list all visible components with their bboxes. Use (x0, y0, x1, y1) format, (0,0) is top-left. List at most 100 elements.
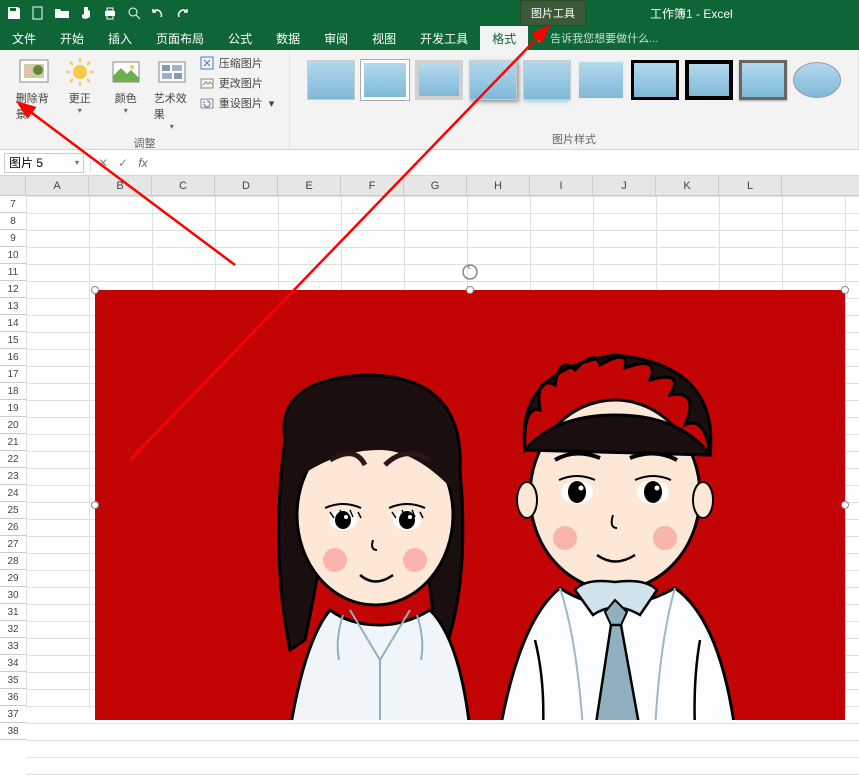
column-header[interactable]: I (530, 176, 593, 195)
reset-icon (199, 95, 215, 111)
style-thumb-reflect[interactable] (523, 60, 571, 100)
row-header[interactable]: 22 (0, 451, 26, 468)
column-header[interactable]: G (404, 176, 467, 195)
row-header[interactable]: 25 (0, 502, 26, 519)
row-header[interactable]: 11 (0, 264, 26, 281)
tab-format[interactable]: 格式 (480, 26, 528, 51)
picture-styles-gallery[interactable] (299, 54, 849, 104)
new-icon[interactable] (30, 5, 46, 21)
column-header[interactable]: D (215, 176, 278, 195)
tab-data[interactable]: 数据 (264, 26, 312, 51)
select-all-corner[interactable] (0, 176, 26, 196)
open-icon[interactable] (54, 5, 70, 21)
row-header[interactable]: 17 (0, 366, 26, 383)
save-icon[interactable] (6, 5, 22, 21)
color-button[interactable]: 颜色 ▾ (104, 54, 148, 117)
row-header[interactable]: 36 (0, 689, 26, 706)
row-header[interactable]: 7 (0, 196, 26, 213)
rotate-handle-icon[interactable] (460, 262, 480, 282)
bulb-icon (534, 32, 546, 44)
chevron-down-icon[interactable]: ▾ (75, 158, 79, 167)
fx-button[interactable]: fx (133, 156, 153, 170)
column-header[interactable]: B (89, 176, 152, 195)
resize-handle-icon[interactable] (91, 501, 99, 509)
row-header[interactable]: 29 (0, 570, 26, 587)
row-header[interactable]: 9 (0, 230, 26, 247)
resize-handle-icon[interactable] (841, 286, 849, 294)
resize-handle-icon[interactable] (91, 286, 99, 294)
cancel-formula-button[interactable]: ✕ (93, 156, 113, 170)
tab-insert[interactable]: 插入 (96, 26, 144, 51)
row-header[interactable]: 21 (0, 434, 26, 451)
tab-layout[interactable]: 页面布局 (144, 26, 216, 51)
resize-handle-icon[interactable] (841, 501, 849, 509)
column-header[interactable]: C (152, 176, 215, 195)
column-header[interactable]: J (593, 176, 656, 195)
row-header[interactable]: 34 (0, 655, 26, 672)
row-header[interactable]: 30 (0, 587, 26, 604)
column-header[interactable]: K (656, 176, 719, 195)
row-header[interactable]: 19 (0, 400, 26, 417)
print-icon[interactable] (102, 5, 118, 21)
enter-formula-button[interactable]: ✓ (113, 156, 133, 170)
style-thumb-soft[interactable] (577, 60, 625, 100)
tab-view[interactable]: 视图 (360, 26, 408, 51)
row-header[interactable]: 23 (0, 468, 26, 485)
row-header[interactable]: 38 (0, 723, 26, 740)
row-header[interactable]: 14 (0, 315, 26, 332)
touch-icon[interactable] (78, 5, 94, 21)
tab-developer[interactable]: 开发工具 (408, 26, 480, 51)
row-header[interactable]: 10 (0, 247, 26, 264)
resize-handle-icon[interactable] (466, 286, 474, 294)
tell-me-search[interactable]: 告诉我您想要做什么... (534, 30, 658, 46)
change-picture-button[interactable]: 更改图片 (196, 74, 278, 92)
preview-icon[interactable] (126, 5, 142, 21)
style-thumb-shadow[interactable] (469, 60, 517, 100)
redo-icon[interactable] (174, 5, 190, 21)
chevron-down-icon: ▾ (170, 122, 174, 131)
column-header[interactable]: E (278, 176, 341, 195)
style-thumb-framed[interactable] (361, 60, 409, 100)
row-header[interactable]: 27 (0, 536, 26, 553)
remove-background-button[interactable]: 删除背景 (12, 54, 56, 124)
row-header[interactable]: 20 (0, 417, 26, 434)
row-header[interactable]: 35 (0, 672, 26, 689)
column-header[interactable]: F (341, 176, 404, 195)
row-header[interactable]: 24 (0, 485, 26, 502)
style-thumb-metal[interactable] (415, 60, 463, 100)
row-header[interactable]: 16 (0, 349, 26, 366)
selected-picture[interactable] (95, 290, 845, 720)
row-header[interactable]: 8 (0, 213, 26, 230)
row-header[interactable]: 33 (0, 638, 26, 655)
row-header[interactable]: 12 (0, 281, 26, 298)
tab-review[interactable]: 审阅 (312, 26, 360, 51)
style-thumb-grey-shadow[interactable] (739, 60, 787, 100)
name-box[interactable]: 图片 5 ▾ (4, 153, 84, 173)
style-thumb-black-thick[interactable] (685, 60, 733, 100)
reset-picture-button[interactable]: 重设图片▾ (196, 94, 278, 112)
tab-formulas[interactable]: 公式 (216, 26, 264, 51)
tab-file[interactable]: 文件 (0, 26, 48, 51)
tab-home[interactable]: 开始 (48, 26, 96, 51)
style-thumb-black-double[interactable] (631, 60, 679, 100)
remove-bg-label: 删除背景 (16, 90, 52, 122)
row-header[interactable]: 15 (0, 332, 26, 349)
chevron-down-icon: ▾ (78, 106, 82, 115)
row-header[interactable]: 32 (0, 621, 26, 638)
column-header[interactable]: L (719, 176, 782, 195)
compress-picture-button[interactable]: 压缩图片 (196, 54, 278, 72)
column-header[interactable]: A (26, 176, 89, 195)
row-header[interactable]: 18 (0, 383, 26, 400)
style-thumb-oval[interactable] (793, 62, 841, 98)
artistic-effects-button[interactable]: 艺术效果 ▾ (150, 54, 194, 133)
row-header[interactable]: 31 (0, 604, 26, 621)
row-header[interactable]: 13 (0, 298, 26, 315)
style-thumb-simple[interactable] (307, 60, 355, 100)
ribbon-group-adjust: 删除背景 更正 ▾ 颜色 ▾ 艺术效果 ▾ 压缩图片 更改图片 重设图片▾ (0, 50, 290, 149)
row-header[interactable]: 28 (0, 553, 26, 570)
row-header[interactable]: 26 (0, 519, 26, 536)
undo-icon[interactable] (150, 5, 166, 21)
ribbon: 删除背景 更正 ▾ 颜色 ▾ 艺术效果 ▾ 压缩图片 更改图片 重设图片▾ (0, 50, 859, 150)
corrections-button[interactable]: 更正 ▾ (58, 54, 102, 117)
column-header[interactable]: H (467, 176, 530, 195)
